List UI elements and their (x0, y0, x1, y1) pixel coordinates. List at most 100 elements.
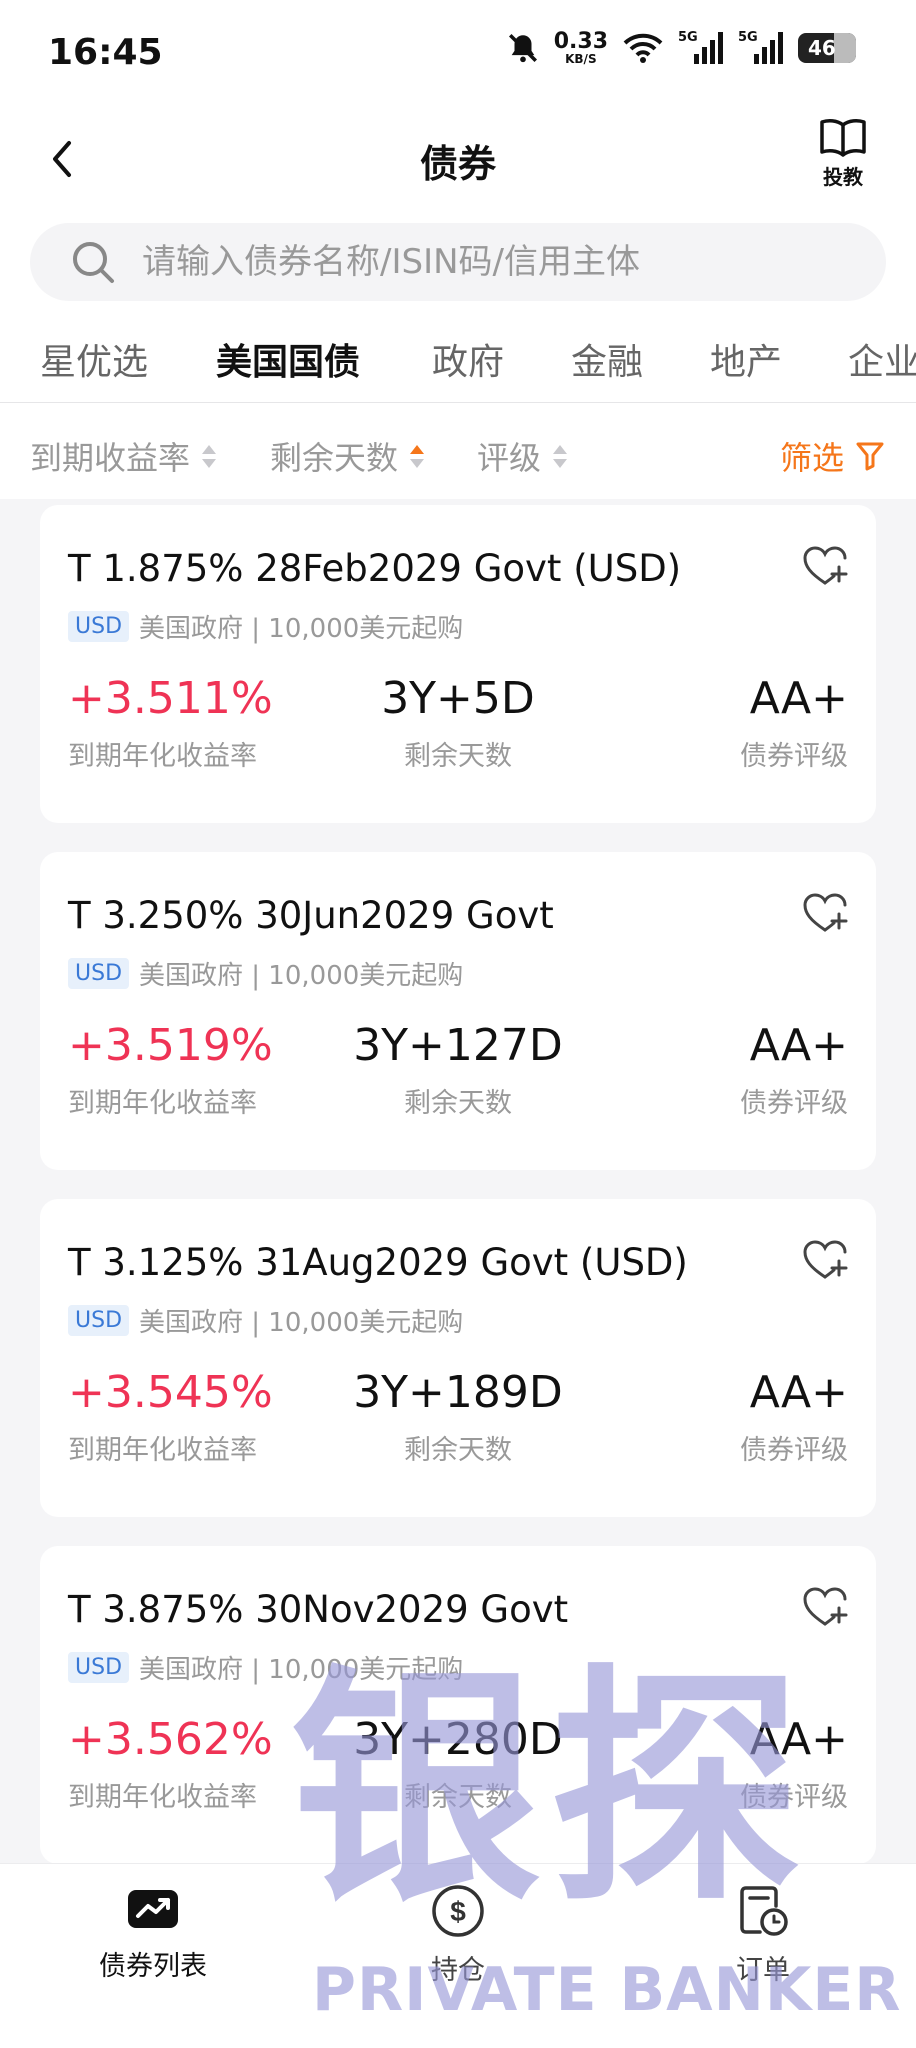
bottom-nav-label: 债券列表 (99, 1951, 207, 1982)
search-icon (73, 242, 114, 283)
favorite-heart-add-icon[interactable] (802, 1586, 848, 1628)
rating-value: AA+ (749, 673, 848, 724)
remaining-value: 3Y+189D (353, 1367, 563, 1418)
remaining-label: 剩余天数 (404, 1435, 512, 1466)
currency-badge: USD (68, 611, 130, 642)
search-area (0, 217, 916, 309)
tutorial-label: 投教 (823, 165, 863, 189)
currency-badge: USD (68, 1305, 130, 1336)
bottom-nav-holdings[interactable]: $ 持仓 (358, 1884, 558, 1987)
rating-label: 债券评级 (740, 1435, 848, 1466)
bottom-nav-orders[interactable]: 订单 (663, 1884, 863, 1987)
order-clock-icon (740, 1886, 788, 1936)
rating-metric: AA+ 债券评级 (740, 1714, 848, 1814)
sort-arrows-icon (553, 444, 568, 468)
favorite-heart-add-icon[interactable] (802, 1239, 848, 1281)
bond-card[interactable]: T 3.875% 30Nov2029 Govt USD 美国政府 | 10,00… (40, 1546, 876, 1864)
sort-days-label: 剩余天数 (270, 439, 399, 477)
issuer-info: 美国政府 | 10,000美元起购 (139, 614, 464, 644)
status-time: 16:45 (48, 32, 163, 73)
bond-title: T 3.125% 31Aug2029 Govt (USD) (68, 1241, 688, 1284)
rating-metric: AA+ 债券评级 (740, 1367, 848, 1467)
net-speed-value: 0.33 (553, 29, 608, 54)
rating-metric: AA+ 债券评级 (740, 1020, 848, 1120)
rating-value: AA+ (749, 1367, 848, 1418)
rating-value: AA+ (749, 1714, 848, 1765)
category-tabs: 星优选 美国国债 政府 金融 地产 企业 (0, 309, 916, 403)
bond-title: T 3.875% 30Nov2029 Govt (68, 1588, 569, 1631)
remaining-value: 3Y+127D (353, 1020, 563, 1071)
net-speed-unit: KB/S (565, 52, 597, 66)
favorite-heart-add-icon[interactable] (802, 545, 848, 587)
chart-card-icon (128, 1890, 178, 1928)
bond-card[interactable]: T 3.125% 31Aug2029 Govt (USD) USD 美国政府 |… (40, 1199, 876, 1517)
nav-bar: 债券 投教 (0, 105, 916, 217)
issuer-info: 美国政府 | 10,000美元起购 (139, 1308, 464, 1338)
sort-arrows-icon (410, 444, 425, 468)
funnel-icon (856, 442, 884, 471)
bond-title: T 1.875% 28Feb2029 Govt (USD) (68, 547, 682, 590)
tab-financial[interactable]: 金融 (571, 333, 643, 385)
remaining-metric: 3Y+189D 剩余天数 (208, 1367, 708, 1467)
filter-button[interactable]: 筛选 (780, 433, 884, 479)
rating-metric: AA+ 债券评级 (740, 673, 848, 773)
bond-subinfo: USD 美国政府 | 10,000美元起购 (68, 1649, 463, 1686)
sort-yield-label: 到期收益率 (30, 439, 191, 477)
search-input[interactable] (142, 242, 842, 282)
favorite-heart-add-icon[interactable] (802, 892, 848, 934)
status-bar: 16:45 0.33 KB/S 5G 5G 46 (0, 0, 916, 105)
filter-label: 筛选 (779, 439, 844, 477)
remaining-metric: 3Y+280D 剩余天数 (208, 1714, 708, 1814)
rating-label: 债券评级 (740, 1782, 848, 1813)
bond-subinfo: USD 美国政府 | 10,000美元起购 (68, 1302, 463, 1339)
currency-badge: USD (68, 958, 130, 989)
cell-signal-2: 5G (738, 30, 784, 66)
mute-bell-icon (508, 33, 537, 63)
wifi-icon (623, 33, 663, 63)
sort-arrows-icon (202, 444, 217, 468)
remaining-metric: 3Y+5D 剩余天数 (208, 673, 708, 773)
bond-subinfo: USD 美国政府 | 10,000美元起购 (68, 955, 463, 992)
remaining-label: 剩余天数 (404, 1088, 512, 1119)
tab-corporate[interactable]: 企业 (848, 333, 916, 385)
bond-card[interactable]: T 1.875% 28Feb2029 Govt (USD) USD 美国政府 |… (40, 505, 876, 823)
sort-days[interactable]: 剩余天数 (270, 433, 425, 479)
tutorial-button[interactable]: 投教 (810, 117, 876, 190)
net-speed: 0.33 KB/S (553, 29, 608, 66)
signal-2-label: 5G (738, 30, 758, 45)
status-icons: 0.33 KB/S 5G 5G 46 (506, 30, 856, 66)
tab-real-estate[interactable]: 地产 (710, 333, 782, 385)
sort-rating[interactable]: 评级 (477, 433, 568, 479)
bottom-nav-label: 订单 (736, 1955, 790, 1986)
sort-bar: 到期收益率 剩余天数 评级 筛选 (0, 403, 916, 499)
battery-level: 46 (808, 36, 836, 60)
remaining-value: 3Y+280D (353, 1714, 563, 1765)
dollar-coin-icon: $ (432, 1885, 484, 1937)
rating-value: AA+ (749, 1020, 848, 1071)
rating-label: 债券评级 (740, 741, 848, 772)
remaining-value: 3Y+5D (381, 673, 535, 724)
remaining-label: 剩余天数 (404, 1782, 512, 1813)
cell-signal-1: 5G (678, 30, 724, 66)
bottom-nav-label: 持仓 (431, 1955, 485, 1986)
bottom-nav-bond-list[interactable]: 债券列表 (53, 1884, 253, 1983)
tab-star-picks[interactable]: 星优选 (40, 333, 148, 385)
signal-1-label: 5G (678, 30, 698, 45)
sort-yield[interactable]: 到期收益率 (30, 433, 217, 479)
issuer-info: 美国政府 | 10,000美元起购 (139, 961, 464, 991)
tab-government[interactable]: 政府 (432, 333, 504, 385)
book-icon (820, 119, 866, 157)
bond-card[interactable]: T 3.250% 30Jun2029 Govt USD 美国政府 | 10,00… (40, 852, 876, 1170)
remaining-label: 剩余天数 (404, 741, 512, 772)
sort-rating-label: 评级 (477, 439, 542, 477)
tab-us-treasury[interactable]: 美国国债 (216, 333, 360, 385)
remaining-metric: 3Y+127D 剩余天数 (208, 1020, 708, 1120)
battery-icon: 46 (798, 33, 856, 63)
bond-subinfo: USD 美国政府 | 10,000美元起购 (68, 608, 463, 645)
issuer-info: 美国政府 | 10,000美元起购 (139, 1655, 464, 1685)
search-box[interactable] (30, 223, 886, 301)
rating-label: 债券评级 (740, 1088, 848, 1119)
bond-title: T 3.250% 30Jun2029 Govt (68, 894, 554, 937)
currency-badge: USD (68, 1652, 130, 1683)
page-title: 债券 (419, 142, 496, 186)
